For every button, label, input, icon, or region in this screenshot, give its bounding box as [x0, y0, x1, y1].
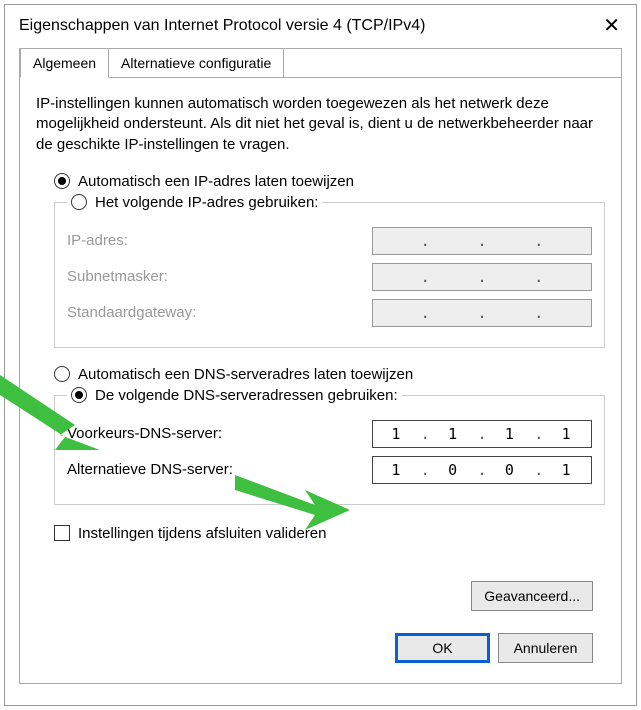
- preferred-dns-input[interactable]: 1. 1. 1. 1: [372, 420, 592, 448]
- dns-manual-group: De volgende DNS-serveradressen gebruiken…: [54, 387, 605, 505]
- radio-dns-auto-label: Automatisch een DNS-serveradres laten to…: [78, 366, 413, 383]
- dialog-body-frame: Algemeen Alternatieve configuratie IP-in…: [19, 48, 622, 684]
- alternate-dns-input[interactable]: 1. 0. 0. 1: [372, 456, 592, 484]
- radio-ip-manual[interactable]: Het volgende IP-adres gebruiken:: [71, 194, 318, 211]
- tab-general-label: Algemeen: [33, 55, 96, 71]
- alternate-dns-label: Alternatieve DNS-server:: [67, 461, 372, 478]
- radio-dns-auto[interactable]: Automatisch een DNS-serveradres laten to…: [54, 366, 605, 383]
- tab-strip: Algemeen Alternatieve configuratie: [20, 48, 621, 77]
- general-panel: IP-instellingen kunnen automatisch worde…: [20, 77, 621, 671]
- ipv4-properties-dialog: Eigenschappen van Internet Protocol vers…: [4, 4, 637, 706]
- checkbox-icon: [54, 525, 70, 541]
- subnet-label: Subnetmasker:: [67, 268, 372, 285]
- radio-icon: [54, 366, 70, 382]
- tab-alternate[interactable]: Alternatieve configuratie: [108, 48, 284, 77]
- advanced-button[interactable]: Geavanceerd...: [471, 581, 593, 611]
- ok-button[interactable]: OK: [395, 633, 490, 663]
- cancel-button[interactable]: Annuleren: [498, 633, 593, 663]
- ip-manual-group: Het volgende IP-adres gebruiken: IP-adre…: [54, 194, 605, 348]
- tab-alternate-label: Alternatieve configuratie: [121, 55, 271, 71]
- ip-address-label: IP-adres:: [67, 232, 372, 249]
- gateway-label: Standaardgateway:: [67, 304, 372, 321]
- preferred-dns-label: Voorkeurs-DNS-server:: [67, 425, 372, 442]
- radio-ip-auto[interactable]: Automatisch een IP-adres laten toewijzen: [54, 173, 605, 190]
- validate-on-exit-label: Instellingen tijdens afsluiten valideren: [78, 525, 327, 542]
- dialog-title: Eigenschappen van Internet Protocol vers…: [19, 17, 597, 35]
- close-icon[interactable]: ✕: [597, 13, 626, 38]
- radio-dns-manual-label: De volgende DNS-serveradressen gebruiken…: [95, 387, 398, 404]
- radio-icon: [71, 387, 87, 403]
- ip-address-input: ...: [372, 227, 592, 255]
- intro-text: IP-instellingen kunnen automatisch worde…: [36, 94, 605, 155]
- tab-general[interactable]: Algemeen: [20, 48, 109, 78]
- dialog-footer: OK Annuleren: [395, 633, 593, 663]
- radio-ip-auto-label: Automatisch een IP-adres laten toewijzen: [78, 173, 354, 190]
- validate-on-exit-checkbox[interactable]: Instellingen tijdens afsluiten valideren: [54, 525, 605, 542]
- radio-icon: [71, 194, 87, 210]
- gateway-input: ...: [372, 299, 592, 327]
- titlebar: Eigenschappen van Internet Protocol vers…: [5, 5, 636, 44]
- radio-icon: [54, 173, 70, 189]
- subnet-input: ...: [372, 263, 592, 291]
- radio-ip-manual-label: Het volgende IP-adres gebruiken:: [95, 194, 318, 211]
- radio-dns-manual[interactable]: De volgende DNS-serveradressen gebruiken…: [71, 387, 398, 404]
